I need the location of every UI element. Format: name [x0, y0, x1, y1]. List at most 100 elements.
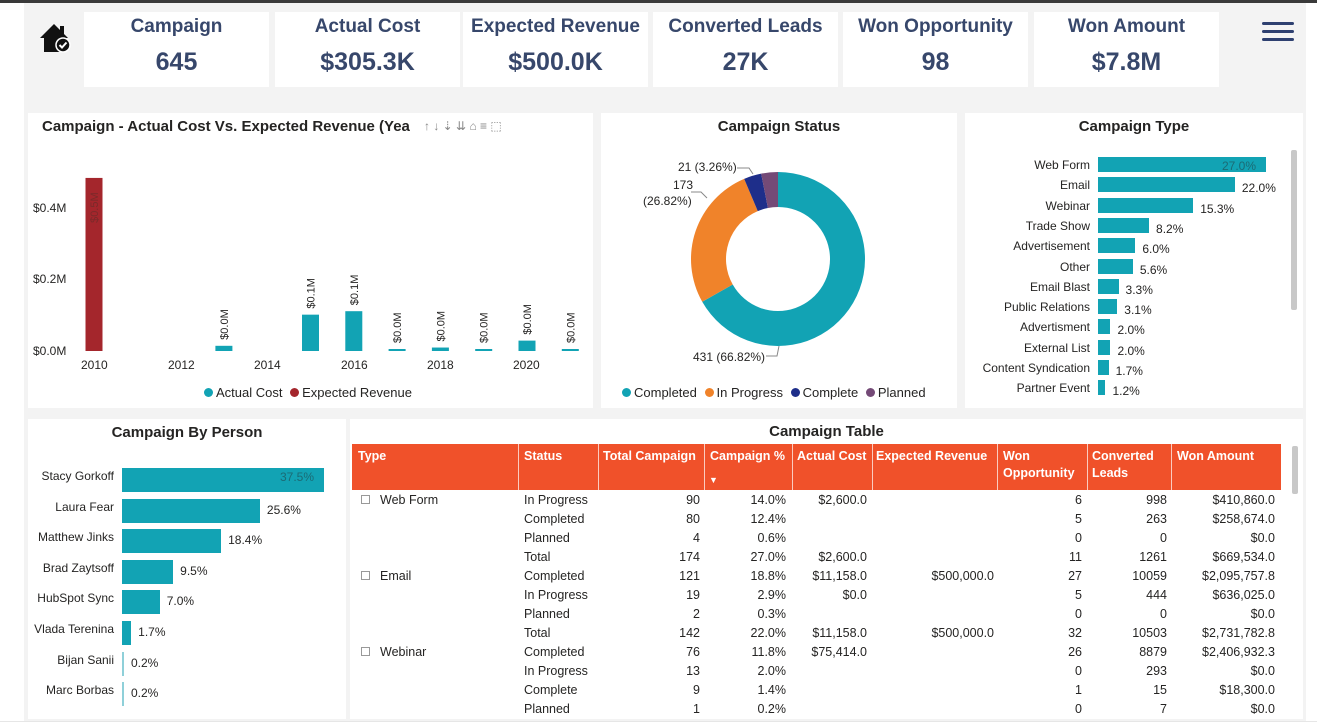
expand-toggle-icon[interactable]: [361, 647, 370, 656]
y-tick-label: $0.0M: [33, 344, 66, 358]
leader-line: [766, 345, 780, 357]
campaign-type-bar[interactable]: [1098, 217, 1150, 233]
kpi-card-won-opportunity[interactable]: Won Opportunity 98: [843, 12, 1028, 87]
bar-actual-cost-2013[interactable]: [215, 345, 233, 351]
campaign-by-person-bar[interactable]: [122, 621, 132, 645]
table-row[interactable]: Planned 2 0.3% 0 0 $0.0: [352, 605, 1281, 624]
expand-toggle-icon[interactable]: [361, 495, 370, 504]
cost-revenue-chart: $0.4M $0.2M $0.0M $0.5M$0.0M$0.1M $0.1M$0…: [33, 177, 579, 372]
table-row[interactable]: Email Completed 121 18.8% $11,158.0 $500,000.…: [352, 567, 1281, 586]
cell-amount: $0.0: [1250, 607, 1275, 621]
kpi-card-actual-cost[interactable]: Actual Cost $305.3K: [275, 12, 460, 87]
campaign-by-person-value: 1.7%: [138, 625, 166, 639]
col-campaign-pct[interactable]: Campaign %: [710, 448, 785, 465]
campaign-by-person-bar[interactable]: [122, 559, 174, 584]
campaign-by-person-bar[interactable]: [122, 498, 260, 523]
legend-complete[interactable]: Complete: [803, 385, 859, 400]
cell-total: 2: [693, 607, 700, 621]
bar-actual-cost-2021[interactable]: [561, 349, 579, 351]
data-label-actual-cost: $0.1M: [349, 275, 361, 306]
bar-actual-cost-2018[interactable]: [431, 347, 449, 351]
campaign-type-bar[interactable]: [1098, 258, 1133, 274]
table-row[interactable]: In Progress 19 2.9% $0.0 5 444 $636,025.0: [352, 586, 1281, 605]
col-converted-leads[interactable]: Converted Leads: [1092, 448, 1154, 482]
campaign-by-person-value: 18.4%: [228, 533, 263, 548]
table-row[interactable]: Web Form In Progress 90 14.0% $2,600.0 6 998 $4…: [352, 491, 1281, 510]
cell-rev: $500,000.0: [931, 569, 994, 583]
cell-status: Total: [524, 550, 551, 564]
campaign-by-person-bar[interactable]: [122, 651, 124, 676]
bar-actual-cost-2015[interactable]: [302, 314, 319, 351]
campaign-status-title: Campaign Status: [717, 118, 841, 135]
bar-actual-cost-2017[interactable]: [388, 349, 406, 351]
campaign-type-bar[interactable]: [1098, 380, 1106, 396]
expand-toggle-icon[interactable]: [361, 571, 370, 580]
col-actual-cost[interactable]: Actual Cost: [797, 448, 866, 465]
cell-amount: $2,731,782.8: [1202, 626, 1275, 640]
kpi-label: Converted Leads: [668, 16, 823, 37]
x-tick-label: 2010: [81, 358, 108, 372]
legend-expected-revenue[interactable]: Expected Revenue: [302, 385, 412, 400]
bar-actual-cost-2019[interactable]: [475, 349, 493, 351]
cell-status: In Progress: [524, 588, 588, 602]
col-won-amount[interactable]: Won Amount: [1177, 448, 1254, 465]
table-row[interactable]: Total 142 22.0% $11,158.0 $500,000.0 32 10503 $…: [352, 624, 1281, 643]
cell-total: 19: [686, 588, 700, 602]
kpi-card-campaign[interactable]: Campaign 645: [84, 12, 269, 87]
campaign-by-person-bar[interactable]: [122, 590, 160, 615]
campaign-type-bar[interactable]: [1098, 360, 1109, 375]
kpi-card-expected-revenue[interactable]: Expected Revenue $500.0K: [463, 12, 648, 87]
bar-actual-cost-2020[interactable]: [518, 340, 536, 351]
cell-pct: 2.0%: [757, 664, 787, 678]
cell-type: Webinar: [380, 645, 427, 659]
sort-desc-icon[interactable]: ▼: [709, 472, 718, 489]
cell-amount: $2,406,932.3: [1202, 645, 1275, 659]
campaign-type-bar[interactable]: [1098, 339, 1111, 355]
kpi-value: $7.8M: [1091, 48, 1162, 76]
home-check-icon[interactable]: [36, 18, 76, 58]
table-row[interactable]: Webinar Completed 76 11.8% $75,414.0 26 8879 $2…: [352, 643, 1281, 662]
campaign-type-bar[interactable]: [1098, 197, 1194, 213]
bar-actual-cost-2016[interactable]: [345, 311, 363, 351]
table-header: Type Status Total Campaign Campaign % ▼ …: [352, 444, 1281, 490]
campaign-type-bar[interactable]: [1098, 278, 1119, 294]
table-row[interactable]: Completed 80 12.4% 5 263 $258,674.0: [352, 510, 1281, 529]
table-row[interactable]: In Progress 13 2.0% 0 293 $0.0: [352, 662, 1281, 681]
kpi-value: $305.3K: [320, 48, 415, 76]
campaign-type-scrollbar[interactable]: [1291, 150, 1297, 310]
cell-won: 5: [1075, 512, 1082, 526]
table-row[interactable]: Complete 9 1.4% 1 15 $18,300.0: [352, 681, 1281, 700]
col-total-campaign[interactable]: Total Campaign: [603, 448, 696, 465]
visual-header-toolbar[interactable]: ↑ ↓ ⇣ ⇊ ⌂ ≡ ⬚: [424, 119, 502, 133]
table-row[interactable]: Planned 4 0.6% 0 0 $0.0: [352, 529, 1281, 548]
data-label-actual-cost: $0.0M: [219, 309, 231, 340]
campaign-type-value: 1.2%: [1112, 384, 1140, 399]
kpi-card-converted-leads[interactable]: Converted Leads 27K: [653, 12, 838, 87]
table-row[interactable]: Total 174 27.0% $2,600.0 11 1261 $669,534.0: [352, 548, 1281, 567]
legend-completed[interactable]: Completed: [634, 385, 697, 400]
kpi-card-won-amount[interactable]: Won Amount $7.8M: [1034, 12, 1219, 87]
legend-planned[interactable]: Planned: [878, 385, 926, 400]
col-won-opportunity[interactable]: Won Opportunity: [1003, 448, 1075, 482]
cell-amount: $410,860.0: [1212, 493, 1275, 507]
donut-slice-in-progress[interactable]: [691, 178, 758, 302]
campaign-type-bar[interactable]: [1098, 319, 1111, 335]
table-row[interactable]: Planned 1 0.2% 0 7 $0.0: [352, 700, 1281, 719]
campaign-type-label: Web Form: [1034, 158, 1090, 172]
campaign-by-person-bar[interactable]: [122, 682, 124, 707]
table-scrollbar[interactable]: [1292, 446, 1298, 494]
campaign-type-bar[interactable]: [1098, 177, 1235, 193]
legend-actual-cost[interactable]: Actual Cost: [216, 385, 282, 400]
campaign-type-bar[interactable]: [1098, 238, 1136, 254]
campaign-status-donut: 21 (3.26%) 173 (26.82%) 431 (66.82%): [643, 160, 865, 364]
legend-in-progress[interactable]: In Progress: [717, 385, 783, 400]
donut-label-complete: 21 (3.26%): [678, 160, 737, 174]
col-type[interactable]: Type: [358, 448, 386, 465]
campaign-by-person-bar[interactable]: [122, 529, 222, 554]
col-status[interactable]: Status: [524, 448, 562, 465]
hamburger-menu-icon[interactable]: [1262, 22, 1296, 44]
col-expected-revenue[interactable]: Expected Revenue: [876, 448, 987, 465]
campaign-type-bar[interactable]: [1098, 299, 1118, 315]
campaign-by-person-label: Vlada Terenina: [34, 622, 114, 636]
campaign-type-label: Advertisement: [1013, 239, 1090, 254]
